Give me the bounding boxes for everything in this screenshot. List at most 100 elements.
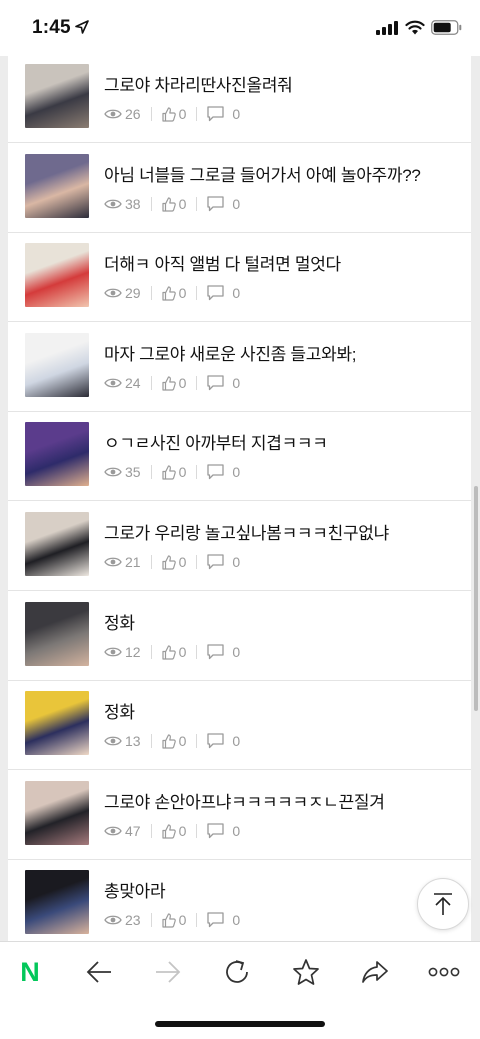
comment-icon [207,912,225,928]
post-thumbnail[interactable] [25,870,89,934]
arrow-up-icon [434,893,452,915]
view-count-icon [104,378,122,388]
view-count-value: 13 [125,733,141,749]
post-thumbnail[interactable] [25,64,89,128]
view-count-icon [104,915,122,925]
view-count-icon [104,109,122,119]
meta-divider [196,465,198,479]
meta-divider [196,555,198,569]
meta-divider [150,734,152,748]
like-count: 0 [161,375,186,391]
comment-count-value: 0 [232,554,241,570]
more-icon [428,967,460,977]
comment-count: 0 [207,644,240,660]
post-title[interactable]: 마자 그로야 새로운 사진좀 들고와봐; [104,340,357,365]
post-row[interactable]: 그로가 우리랑 놀고싶나봄ㅋㅋㅋ친구없냐 21 0 0 [8,502,471,591]
post-row[interactable]: 마자 그로야 새로운 사진좀 들고와봐; 24 0 0 [8,323,471,412]
post-meta: 24 0 0 [104,373,240,393]
wifi-icon [405,20,425,35]
post-meta: 35 0 0 [104,462,240,482]
refresh-button[interactable] [215,954,259,990]
post-title[interactable]: 총맞아라 [104,877,166,902]
post-title[interactable]: 아님 너블들 그로글 들어가서 아예 놀아주까?? [104,161,421,186]
like-count-value: 0 [178,554,187,570]
post-row[interactable]: 정화 13 0 0 [8,681,471,770]
bookmark-button[interactable] [284,954,328,990]
post-thumbnail[interactable] [25,333,89,397]
view-count-icon [104,199,122,209]
back-button[interactable] [77,954,121,990]
like-icon [161,912,176,928]
post-meta: 47 0 0 [104,821,240,841]
meta-divider [196,376,198,390]
view-count: 38 [104,196,141,212]
comment-count-value: 0 [232,106,241,122]
like-icon [161,644,176,660]
page-gutter-left [0,56,8,941]
share-button[interactable] [353,954,397,990]
post-title[interactable]: 그로야 차라리딴사진올려줘 [104,71,293,96]
post-row[interactable]: 정화 12 0 0 [8,592,471,681]
view-count-icon [104,288,122,298]
scroll-to-top-button[interactable] [417,878,469,930]
comment-count-value: 0 [232,375,241,391]
post-row[interactable]: ㅇㄱㄹ사진 아까부터 지겹ㅋㅋㅋ 35 0 0 [8,412,471,501]
post-row[interactable]: 더해ㅋ 아직 앨범 다 털려면 멀엇다 29 0 0 [8,233,471,322]
post-thumbnail[interactable] [25,781,89,845]
comment-icon [207,644,225,660]
battery-icon [431,20,462,35]
like-count: 0 [161,285,186,301]
post-title[interactable]: 그로야 손안아프냐ㅋㅋㅋㅋㅋㅈㄴ끈질겨 [104,788,385,813]
location-arrow-icon [75,20,89,34]
post-meta: 23 0 0 [104,910,240,930]
more-button[interactable] [422,954,466,990]
meta-divider [150,107,152,121]
like-count-value: 0 [178,106,187,122]
post-row[interactable]: 아님 너블들 그로글 들어가서 아예 놀아주까?? 38 0 0 [8,144,471,233]
naver-logo: N [20,956,40,987]
view-count-value: 47 [125,823,141,839]
comment-icon [207,464,225,480]
page-gutter-right [471,56,480,941]
post-meta: 38 0 0 [104,194,240,214]
like-count-value: 0 [178,823,187,839]
comment-count-value: 0 [232,196,241,212]
scrollbar-thumb[interactable] [474,486,478,711]
post-thumbnail[interactable] [25,243,89,307]
view-count-value: 21 [125,554,141,570]
comment-count-value: 0 [232,823,241,839]
forward-button[interactable] [146,954,190,990]
comment-count: 0 [207,464,240,480]
post-title[interactable]: 정화 [104,698,135,723]
view-count: 12 [104,644,141,660]
post-title[interactable]: 더해ㅋ 아직 앨범 다 털려면 멀엇다 [104,250,341,275]
post-thumbnail[interactable] [25,691,89,755]
post-title[interactable]: 정화 [104,609,135,634]
comment-count-value: 0 [232,464,241,480]
meta-divider [150,645,152,659]
meta-divider [150,555,152,569]
post-row[interactable]: 그로야 차라리딴사진올려줘 26 0 0 [8,56,471,143]
view-count: 21 [104,554,141,570]
post-title[interactable]: ㅇㄱㄹ사진 아까부터 지겹ㅋㅋㅋ [104,429,328,454]
post-row[interactable]: 총맞아라 23 0 0 [8,860,471,941]
view-count: 47 [104,823,141,839]
comment-count-value: 0 [232,644,241,660]
view-count: 13 [104,733,141,749]
post-row[interactable]: 그로야 손안아프냐ㅋㅋㅋㅋㅋㅈㄴ끈질겨 47 0 0 [8,771,471,860]
post-thumbnail[interactable] [25,422,89,486]
post-list: 그로야 차라리딴사진올려줘 26 0 0 아님 너블들 그로글 들어가서 아예 놀아주까… [8,56,471,941]
meta-divider [150,286,152,300]
comment-count: 0 [207,106,240,122]
post-meta: 12 0 0 [104,642,240,662]
post-thumbnail[interactable] [25,602,89,666]
view-count-icon [104,467,122,477]
view-count-value: 23 [125,912,141,928]
post-meta: 21 0 0 [104,552,240,572]
post-thumbnail[interactable] [25,512,89,576]
post-thumbnail[interactable] [25,154,89,218]
naver-home-button[interactable]: N [8,954,52,990]
post-title[interactable]: 그로가 우리랑 놀고싶나봄ㅋㅋㅋ친구없냐 [104,519,389,544]
view-count: 24 [104,375,141,391]
meta-divider [196,913,198,927]
